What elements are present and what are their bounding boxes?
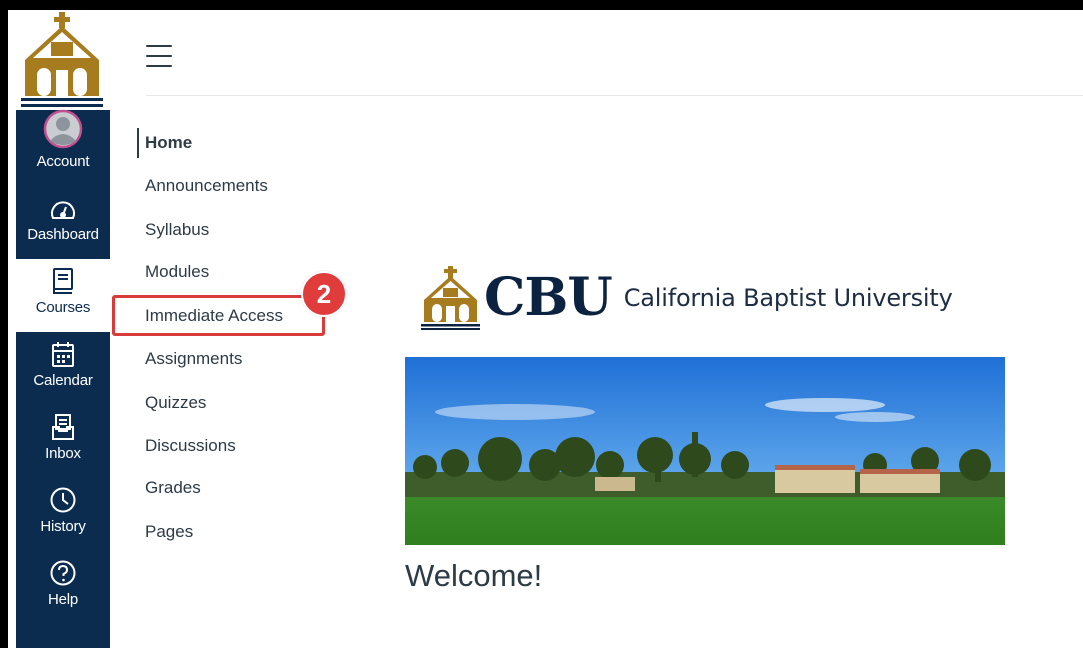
cbu-logo: CBU California Baptist University: [420, 266, 953, 330]
course-nav-quizzes[interactable]: Quizzes: [137, 388, 206, 418]
course-nav-modules[interactable]: Modules: [137, 257, 209, 287]
global-nav-courses[interactable]: Courses: [16, 259, 110, 332]
global-nav-calendar[interactable]: Calendar: [16, 332, 110, 405]
course-nav-pages[interactable]: Pages: [137, 517, 193, 547]
header-divider: [146, 95, 1083, 96]
campus-banner-image: [405, 357, 1005, 545]
speedometer-icon: [49, 186, 77, 224]
inbox-icon: [51, 405, 75, 443]
global-nav-label: Dashboard: [27, 226, 99, 243]
global-nav-label: Calendar: [33, 372, 93, 389]
global-nav-label: Account: [36, 153, 90, 170]
step-badge: 2: [301, 271, 347, 317]
global-nav-inbox[interactable]: Inbox: [16, 405, 110, 478]
global-nav-account[interactable]: Account: [16, 109, 110, 186]
question-icon: [49, 551, 77, 589]
course-nav-syllabus[interactable]: Syllabus: [137, 215, 209, 245]
global-nav: Account Dashboard Courses Calendar Inbox…: [16, 10, 110, 648]
global-nav-label: History: [40, 518, 86, 535]
calendar-icon: [51, 332, 75, 370]
welcome-heading: Welcome!: [405, 558, 543, 593]
cbu-letters: CBU: [484, 267, 613, 328]
institution-logo[interactable]: [16, 10, 110, 110]
course-nav-assignments[interactable]: Assignments: [137, 344, 242, 374]
global-nav-label: Courses: [35, 299, 91, 316]
global-nav-label: Help: [47, 591, 79, 608]
global-nav-help[interactable]: Help: [16, 551, 110, 624]
avatar-icon: [43, 109, 83, 151]
course-nav-home[interactable]: Home: [137, 128, 192, 158]
book-icon: [52, 259, 74, 297]
course-nav-announcements[interactable]: Announcements: [137, 171, 268, 201]
clock-icon: [49, 478, 77, 516]
course-nav-discussions[interactable]: Discussions: [137, 431, 236, 461]
course-nav-immediate-access[interactable]: Immediate Access: [137, 301, 283, 331]
global-nav-history[interactable]: History: [16, 478, 110, 551]
cbu-chapel-icon: [21, 12, 103, 107]
canvas-page: Account Dashboard Courses Calendar Inbox…: [8, 10, 1083, 648]
global-nav-dashboard[interactable]: Dashboard: [16, 186, 110, 259]
hamburger-menu-icon[interactable]: [146, 45, 172, 67]
course-nav-grades[interactable]: Grades: [137, 473, 201, 503]
university-name: California Baptist University: [623, 284, 953, 312]
global-nav-label: Inbox: [45, 445, 81, 462]
cbu-chapel-icon: [421, 266, 480, 330]
